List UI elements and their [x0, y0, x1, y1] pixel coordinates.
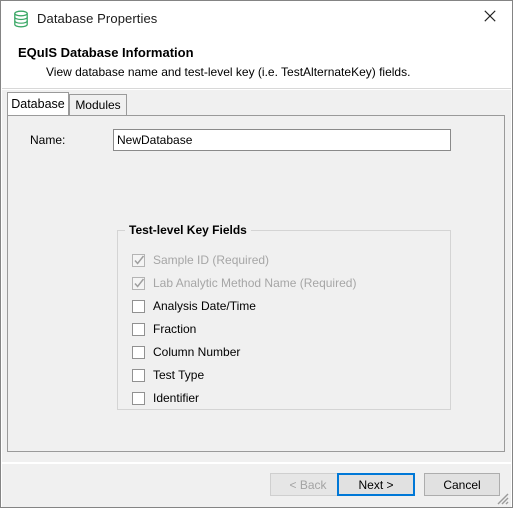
- body-area: Database Modules Name: Test-level Key Fi…: [2, 90, 511, 462]
- checkbox-label-analysis-date-time: Analysis Date/Time: [153, 299, 256, 313]
- checkbox-label-column-number: Column Number: [153, 345, 241, 359]
- checkbox-row-sample-id[interactable]: Sample ID (Required): [132, 251, 269, 269]
- header-band: EQuIS Database Information View database…: [2, 37, 511, 89]
- checkbox-analysis-date-time[interactable]: [132, 299, 145, 313]
- checkbox-row-column-number[interactable]: Column Number: [132, 343, 240, 361]
- checkbox-row-lab-analytic-method-name[interactable]: Lab Analytic Method Name (Required): [132, 274, 356, 292]
- tab-database[interactable]: Database: [7, 92, 69, 115]
- tab-database-label: Database: [11, 97, 65, 111]
- checkbox-row-fraction[interactable]: Fraction: [132, 320, 196, 338]
- next-button[interactable]: Next >: [337, 473, 415, 496]
- window-title: Database Properties: [37, 11, 158, 26]
- cancel-button[interactable]: Cancel: [424, 473, 500, 496]
- checkbox-identifier[interactable]: [132, 391, 145, 405]
- checkbox-label-fraction: Fraction: [153, 322, 197, 336]
- tab-modules-label: Modules: [75, 98, 121, 112]
- checkbox-lab-analytic-method-name: [132, 276, 145, 290]
- checkbox-row-analysis-date-time[interactable]: Analysis Date/Time: [132, 297, 256, 315]
- tab-modules[interactable]: Modules: [69, 94, 127, 115]
- database-icon: [12, 10, 30, 28]
- back-button[interactable]: < Back: [270, 473, 346, 496]
- checkbox-label-sample-id: Sample ID (Required): [153, 253, 270, 267]
- name-label: Name:: [30, 133, 66, 147]
- checkbox-row-identifier[interactable]: Identifier: [132, 389, 199, 407]
- checkbox-label-lab-analytic-method-name: Lab Analytic Method Name (Required): [153, 276, 357, 290]
- cancel-button-label: Cancel: [443, 477, 481, 492]
- page-title: EQuIS Database Information: [18, 45, 194, 60]
- checkbox-label-test-type: Test Type: [153, 368, 205, 382]
- test-level-key-fields-title: Test-level Key Fields: [125, 223, 251, 237]
- close-icon[interactable]: [467, 1, 512, 31]
- checkbox-label-identifier: Identifier: [153, 391, 200, 405]
- back-button-label: < Back: [289, 477, 327, 492]
- resize-grip-icon[interactable]: [495, 491, 509, 505]
- title-bar: Database Properties: [1, 1, 512, 37]
- next-button-label: Next >: [358, 477, 394, 492]
- page-subtitle: View database name and test-level key (i…: [46, 65, 411, 79]
- checkbox-column-number[interactable]: [132, 345, 145, 359]
- checkbox-sample-id: [132, 253, 145, 267]
- checkbox-test-type[interactable]: [132, 368, 145, 382]
- checkbox-fraction[interactable]: [132, 322, 145, 336]
- footer-bar: < Back Next > Cancel: [2, 463, 511, 507]
- dialog-window: Database Properties EQuIS Database Infor…: [0, 0, 513, 508]
- tab-strip: Database Modules: [7, 92, 507, 115]
- tab-panel-database: Name: Test-level Key Fields Sample ID (R…: [7, 115, 505, 452]
- checkbox-row-test-type[interactable]: Test Type: [132, 366, 204, 384]
- name-input[interactable]: [113, 129, 451, 151]
